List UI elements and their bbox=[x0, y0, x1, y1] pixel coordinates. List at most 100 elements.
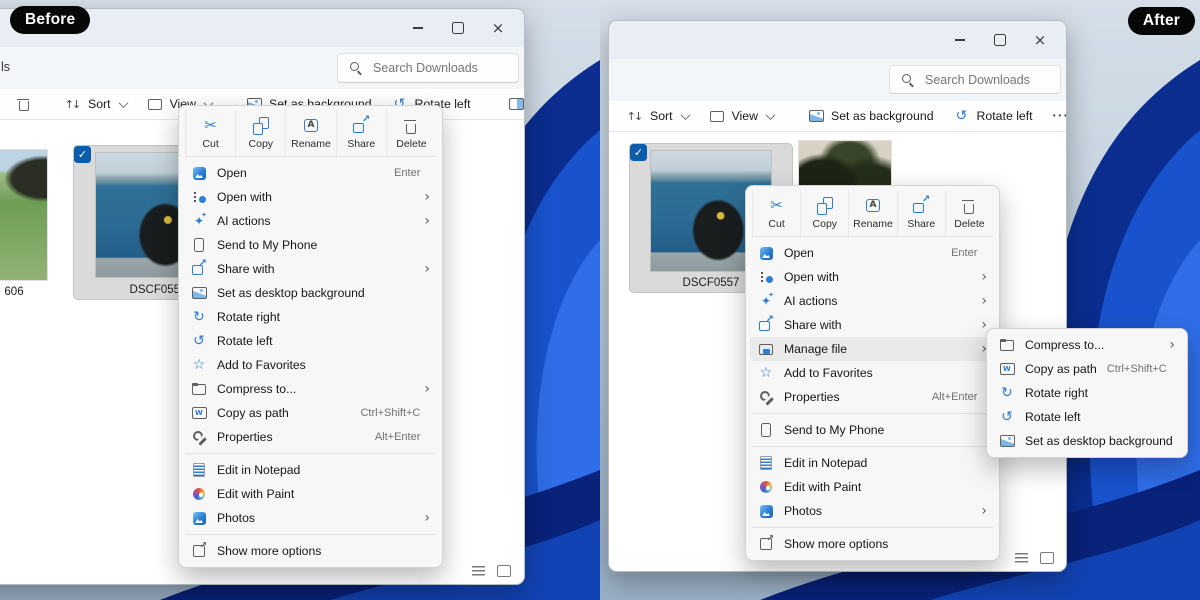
compress-icon bbox=[999, 337, 1015, 353]
star-icon bbox=[758, 365, 774, 381]
wallpaper-icon bbox=[808, 108, 824, 124]
command-button[interactable]: Rename bbox=[848, 190, 896, 236]
menu-item[interactable]: Edit in Notepad bbox=[183, 458, 438, 482]
menu-item[interactable]: Open with bbox=[183, 185, 438, 209]
menu-item[interactable]: Manage file bbox=[750, 337, 995, 361]
toolbar-button[interactable] bbox=[1045, 104, 1067, 128]
view-icon bbox=[147, 96, 163, 112]
more-box-icon bbox=[191, 543, 207, 559]
command-button[interactable]: Copy bbox=[800, 190, 848, 236]
menu-item[interactable]: Edit with Paint bbox=[750, 475, 995, 499]
more-box-icon bbox=[758, 536, 774, 552]
menu-item[interactable]: Open Enter bbox=[183, 161, 438, 185]
chevron-right-icon bbox=[981, 270, 987, 284]
menu-item[interactable]: Compress to... bbox=[183, 377, 438, 401]
command-button[interactable]: Delete bbox=[945, 190, 993, 236]
thumbnail-view-icon[interactable] bbox=[1040, 552, 1054, 564]
menu-item[interactable]: Add to Favorites bbox=[183, 353, 438, 377]
menu-item[interactable]: Open with bbox=[750, 265, 995, 289]
minimize-icon bbox=[955, 39, 965, 40]
menu-item[interactable]: Photos bbox=[750, 499, 995, 523]
maximize-button[interactable] bbox=[438, 12, 478, 44]
rotate-right-icon bbox=[999, 385, 1015, 401]
close-button[interactable]: × bbox=[1020, 24, 1060, 56]
toolbar-button[interactable] bbox=[7, 92, 39, 116]
menu-item[interactable]: Add to Favorites bbox=[750, 361, 995, 385]
menu-item[interactable]: Open Enter bbox=[750, 241, 995, 265]
command-button[interactable]: Cut bbox=[752, 190, 800, 236]
close-button[interactable]: × bbox=[478, 12, 518, 44]
command-button[interactable]: Share bbox=[897, 190, 945, 236]
manage-icon bbox=[758, 341, 774, 357]
menu-item[interactable]: Edit in Notepad bbox=[750, 451, 995, 475]
thumbnail-view-icon[interactable] bbox=[497, 565, 511, 577]
maximize-button[interactable] bbox=[980, 24, 1020, 56]
file-label: 606 bbox=[0, 286, 47, 298]
command-button[interactable]: Delete bbox=[386, 110, 436, 156]
search-box[interactable]: Search Downloads bbox=[337, 53, 519, 83]
menu-item[interactable]: Rotate right bbox=[991, 381, 1183, 405]
maximize-icon bbox=[994, 34, 1006, 46]
open-icon bbox=[758, 245, 774, 261]
chevron-down-icon bbox=[680, 110, 690, 120]
menu-item[interactable]: Rotate left bbox=[991, 405, 1183, 429]
view-toggle-group bbox=[1015, 552, 1054, 564]
menu-item[interactable]: Edit with Paint bbox=[183, 482, 438, 506]
rotate-left-icon bbox=[954, 108, 970, 124]
toolbar-button[interactable]: Rotate left bbox=[946, 104, 1041, 128]
search-icon bbox=[900, 72, 916, 88]
search-icon bbox=[348, 60, 364, 76]
menu-item[interactable]: Photos bbox=[183, 506, 438, 530]
toolbar-button[interactable]: Details bbox=[501, 92, 525, 116]
menu-item[interactable]: AI actions bbox=[750, 289, 995, 313]
wallpaper-icon bbox=[999, 433, 1015, 449]
menu-item[interactable]: Set as desktop background bbox=[183, 281, 438, 305]
toolbar-button[interactable]: Set as background bbox=[800, 104, 942, 128]
before-after-comparison: × ls Search Downloads bbox=[0, 0, 1200, 600]
minimize-button[interactable] bbox=[398, 12, 438, 44]
menu-item[interactable]: Show more options bbox=[750, 532, 995, 556]
menu-item[interactable]: Rotate right bbox=[183, 305, 438, 329]
details-icon bbox=[509, 96, 525, 112]
toolbar-button[interactable]: View bbox=[701, 104, 782, 128]
properties-icon bbox=[191, 429, 207, 445]
menu-item[interactable]: Send to My Phone bbox=[183, 233, 438, 257]
ai-icon bbox=[758, 293, 774, 309]
search-box[interactable]: Search Downloads bbox=[889, 65, 1061, 94]
menu-item[interactable]: Properties Alt+Enter bbox=[183, 425, 438, 449]
menu-item[interactable]: Copy as path Ctrl+Shift+C bbox=[183, 401, 438, 425]
share-icon bbox=[758, 317, 774, 333]
command-button[interactable]: Share bbox=[336, 110, 386, 156]
menu-item[interactable]: Share with bbox=[750, 313, 995, 337]
menu-item[interactable]: Show more options bbox=[183, 539, 438, 563]
checkbox-check-icon[interactable] bbox=[74, 146, 91, 163]
list-view-icon[interactable] bbox=[472, 566, 485, 576]
command-button[interactable]: Copy bbox=[235, 110, 285, 156]
notepad-icon bbox=[191, 462, 207, 478]
chevron-down-icon bbox=[118, 98, 128, 108]
rename-icon bbox=[302, 117, 320, 135]
menu-item[interactable]: Properties Alt+Enter bbox=[750, 385, 995, 409]
toolbar-button[interactable]: Sort bbox=[619, 104, 697, 128]
file-tile-golf[interactable]: 606 bbox=[0, 150, 47, 300]
menu-item[interactable]: Set as desktop background bbox=[991, 429, 1183, 453]
checkbox-check-icon[interactable] bbox=[630, 144, 647, 161]
menu-separator bbox=[185, 534, 436, 535]
menu-item[interactable]: Rotate left bbox=[183, 329, 438, 353]
delete-icon bbox=[402, 117, 420, 135]
menu-item[interactable]: Send to My Phone bbox=[750, 418, 995, 442]
list-view-icon[interactable] bbox=[1015, 553, 1028, 563]
command-button[interactable]: Rename bbox=[285, 110, 335, 156]
menu-item[interactable]: Share with bbox=[183, 257, 438, 281]
command-button[interactable]: Cut bbox=[185, 110, 235, 156]
menu-item[interactable]: AI actions bbox=[183, 209, 438, 233]
menu-separator bbox=[752, 446, 993, 447]
address-fragment: ls bbox=[1, 60, 10, 74]
minimize-button[interactable] bbox=[940, 24, 980, 56]
copy-icon bbox=[252, 117, 270, 135]
toolbar-button[interactable]: Sort bbox=[57, 92, 135, 116]
share-icon bbox=[191, 261, 207, 277]
titlebar[interactable]: × bbox=[609, 21, 1066, 59]
menu-item[interactable]: Compress to... bbox=[991, 333, 1183, 357]
menu-item[interactable]: Copy as path Ctrl+Shift+C bbox=[991, 357, 1183, 381]
